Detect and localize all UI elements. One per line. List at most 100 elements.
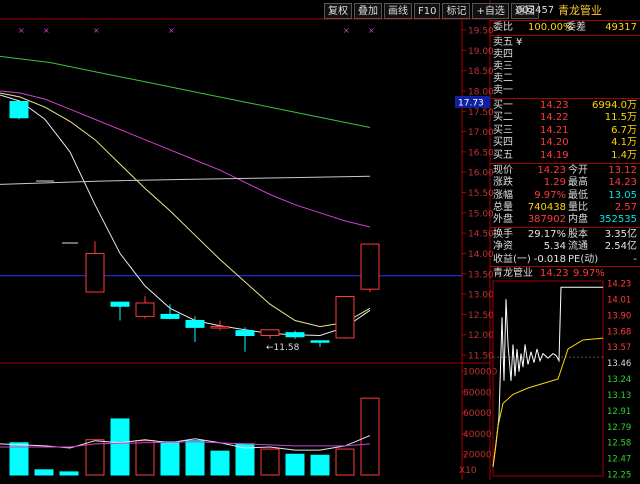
quote-label: 涨跌 bbox=[493, 177, 513, 189]
fundamental-label: 换手 bbox=[493, 229, 513, 240]
divider bbox=[490, 35, 640, 36]
sell2-label: 卖二 bbox=[493, 73, 513, 84]
price-marker-label: 17.73 bbox=[458, 98, 484, 108]
sell1-row[interactable]: 卖一 bbox=[490, 85, 640, 97]
volume-bar[interactable] bbox=[34, 469, 54, 476]
buy-row[interactable]: 买四 14.20 4.1万 bbox=[490, 137, 640, 149]
fundamental-value: 2.54亿 bbox=[604, 241, 637, 253]
volume-bar[interactable] bbox=[110, 418, 130, 476]
mark-button[interactable]: 标记 bbox=[442, 3, 471, 19]
quote-value: 14.23 bbox=[537, 165, 566, 176]
ma-line-ma10 bbox=[0, 92, 371, 328]
divider bbox=[490, 227, 640, 228]
quote-row: 总量 740438 量比 2.57 bbox=[490, 202, 640, 214]
weicha-value: 49317 bbox=[605, 22, 637, 33]
buy-row[interactable]: 买五 14.19 1.4万 bbox=[490, 150, 640, 162]
quote-value: 2.57 bbox=[614, 201, 637, 213]
buy-label: 买一 bbox=[493, 100, 513, 111]
fundamental-label: 净资 bbox=[493, 241, 513, 253]
weibi-label: 委比 bbox=[493, 22, 513, 33]
candle-body[interactable] bbox=[160, 313, 180, 319]
weibi-row: 委比 100.00% 委差 49317 bbox=[490, 22, 640, 34]
volume-ma-line bbox=[0, 441, 371, 448]
volume-bar[interactable] bbox=[59, 471, 79, 476]
restore-rights-button[interactable]: 复权 bbox=[324, 3, 352, 19]
sell5-row[interactable]: 卖五 ¥ bbox=[490, 37, 640, 49]
candle-body[interactable] bbox=[260, 329, 280, 336]
buy-row[interactable]: 买一 14.23 6994.0万 bbox=[490, 100, 640, 112]
quote-label: 量比 bbox=[568, 201, 588, 213]
quote-row: 现价 14.23 今开 13.12 bbox=[490, 165, 640, 177]
buy-volume: 6994.0万 bbox=[592, 100, 637, 111]
volume-bar[interactable] bbox=[310, 454, 330, 476]
buy-row[interactable]: 买三 14.21 6.7万 bbox=[490, 125, 640, 137]
volume-ma-line bbox=[0, 435, 371, 451]
candle-body[interactable] bbox=[210, 326, 230, 329]
volume-bar[interactable] bbox=[285, 453, 305, 476]
quote-label: 总量 bbox=[493, 201, 513, 213]
quote-value: 1.29 bbox=[543, 177, 566, 189]
volume-bar[interactable] bbox=[9, 442, 29, 476]
volume-unit-label: X10 bbox=[459, 466, 477, 476]
sell2-row[interactable]: 卖二 bbox=[490, 73, 640, 85]
sell4-label: 卖四 bbox=[493, 49, 513, 60]
fundamental-label: PE(动) bbox=[568, 253, 599, 265]
quote-label: 最低 bbox=[568, 189, 588, 201]
weicha-label: 委差 bbox=[566, 22, 586, 33]
ma-line-ma30 bbox=[0, 55, 371, 128]
fundamental-label: 股本 bbox=[568, 229, 588, 240]
volume-bar[interactable] bbox=[335, 448, 355, 476]
quote-value: 740438 bbox=[527, 201, 566, 213]
fundamental-value: 5.34 bbox=[543, 241, 566, 253]
quote-value: 13.05 bbox=[608, 189, 637, 201]
candle-body[interactable] bbox=[335, 296, 355, 339]
candle-body[interactable] bbox=[135, 302, 155, 317]
candle-body[interactable] bbox=[110, 301, 130, 307]
volume-bar[interactable] bbox=[135, 440, 155, 476]
quote-row: 外盘 387902 内盘 352535 bbox=[490, 214, 640, 226]
stock-name: 青龙管业 bbox=[558, 4, 602, 17]
volume-bar[interactable] bbox=[185, 440, 205, 476]
quote-label: 内盘 bbox=[568, 214, 588, 226]
candle-body[interactable] bbox=[360, 243, 380, 290]
volume-axis-label: 80000 bbox=[463, 388, 492, 398]
overlay-button[interactable]: 叠加 bbox=[354, 3, 382, 19]
quote-value: 387902 bbox=[527, 214, 566, 226]
fundamental-row: 收益(一) -0.018 PE(动) - bbox=[490, 254, 640, 266]
buy-price: 14.21 bbox=[540, 124, 569, 136]
candle-body[interactable] bbox=[310, 340, 330, 343]
buy-volume: 4.1万 bbox=[611, 137, 637, 149]
candle-body[interactable] bbox=[9, 101, 29, 119]
f10-button[interactable]: F10 bbox=[414, 3, 441, 19]
draw-line-button[interactable]: 画线 bbox=[384, 3, 412, 19]
volume-axis-label: 20000 bbox=[463, 451, 492, 461]
quote-row: 涨幅 9.97% 最低 13.05 bbox=[490, 190, 640, 202]
event-marker: × bbox=[18, 26, 25, 35]
divider bbox=[490, 163, 640, 164]
sell3-label: 卖三 bbox=[493, 61, 513, 72]
mini-chart-title: 青龙管业 14.23 9.97% bbox=[490, 268, 640, 280]
candle-body[interactable] bbox=[235, 330, 255, 336]
quote-label: 涨幅 bbox=[493, 189, 513, 201]
candle-body[interactable] bbox=[285, 332, 305, 338]
sell4-row[interactable]: 卖四 bbox=[490, 49, 640, 61]
candle-body[interactable] bbox=[85, 252, 105, 293]
sell5-price: ¥ bbox=[516, 37, 523, 48]
mini-chart-price: 14.23 bbox=[540, 268, 569, 279]
sell3-row[interactable]: 卖三 bbox=[490, 61, 640, 73]
volume-bar[interactable] bbox=[210, 450, 230, 476]
buy-row[interactable]: 买二 14.22 11.5万 bbox=[490, 112, 640, 124]
volume-bar[interactable] bbox=[160, 441, 180, 476]
stock-header: 002457 青龙管业 bbox=[490, 3, 640, 19]
buy-label: 买三 bbox=[493, 124, 513, 136]
fundamental-label: 收益(一) bbox=[493, 253, 531, 265]
event-marker: × bbox=[168, 26, 175, 35]
volume-bar[interactable] bbox=[235, 443, 255, 476]
volume-bar[interactable] bbox=[360, 397, 380, 476]
buy-volume: 6.7万 bbox=[611, 124, 637, 136]
buy-price: 14.19 bbox=[540, 149, 569, 161]
event-marker: × bbox=[343, 26, 350, 35]
fundamental-row: 净资 5.34 流通 2.54亿 bbox=[490, 241, 640, 253]
candle-body[interactable] bbox=[185, 319, 205, 328]
volume-bar[interactable] bbox=[260, 448, 280, 476]
